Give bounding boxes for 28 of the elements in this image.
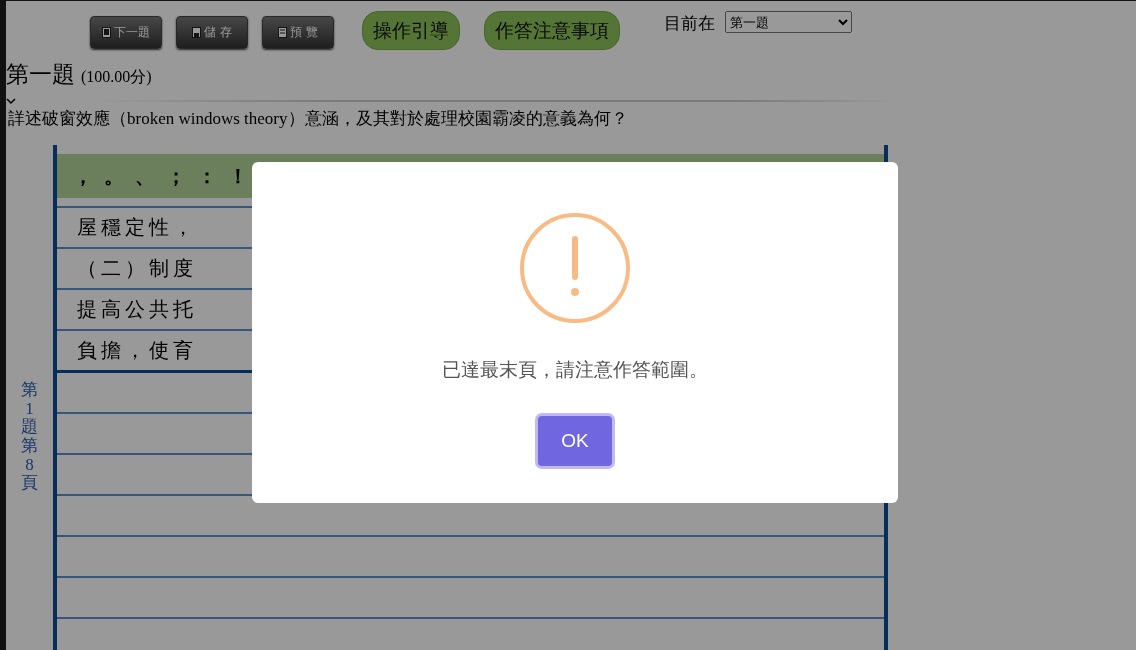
question-title: 第一題 xyxy=(6,61,75,89)
chevron-icon[interactable] xyxy=(6,97,16,105)
question-text: 詳述破窗效應（broken windows theory）意涵，及其對於處理校園霸凌的意義為何？ xyxy=(8,108,629,127)
toolbar-button[interactable]: 儲 存 xyxy=(176,16,248,49)
location-label: 目前在 xyxy=(664,12,715,35)
save-icon xyxy=(192,27,202,38)
page-label: 第1題第8頁 xyxy=(21,381,38,495)
answer-text: 屋穩定性， xyxy=(77,215,197,240)
punctuation-key[interactable]: ； xyxy=(160,162,191,190)
toolbar-button[interactable]: 作答注意事項 xyxy=(484,11,620,50)
toolbar-button[interactable]: 預 覽 xyxy=(262,16,334,49)
answer-text: （二）制度 xyxy=(77,256,197,281)
warning-icon xyxy=(519,212,631,324)
answer-text: 提高公共托 xyxy=(77,297,197,322)
question-score: (100.00分) xyxy=(81,67,152,88)
punctuation-key[interactable]: 、 xyxy=(129,162,160,190)
question-select[interactable]: 第一題 xyxy=(725,11,852,33)
toolbar-button[interactable]: 操作引導 xyxy=(362,11,460,50)
punctuation-key[interactable]: ！ xyxy=(222,162,253,190)
punctuation-key[interactable]: 。 xyxy=(98,162,129,190)
punctuation-key[interactable]: ， xyxy=(67,162,98,190)
toolbar-button[interactable]: 下一題 xyxy=(90,16,162,49)
document-icon xyxy=(278,27,288,38)
answer-text: 負擔，使育 xyxy=(77,338,197,363)
ok-button[interactable]: OK xyxy=(538,416,612,466)
alert-message: 已達最末頁，請注意作答範圍。 xyxy=(442,357,708,382)
page-icon xyxy=(102,27,111,38)
punctuation-key[interactable]: ： xyxy=(191,162,222,190)
